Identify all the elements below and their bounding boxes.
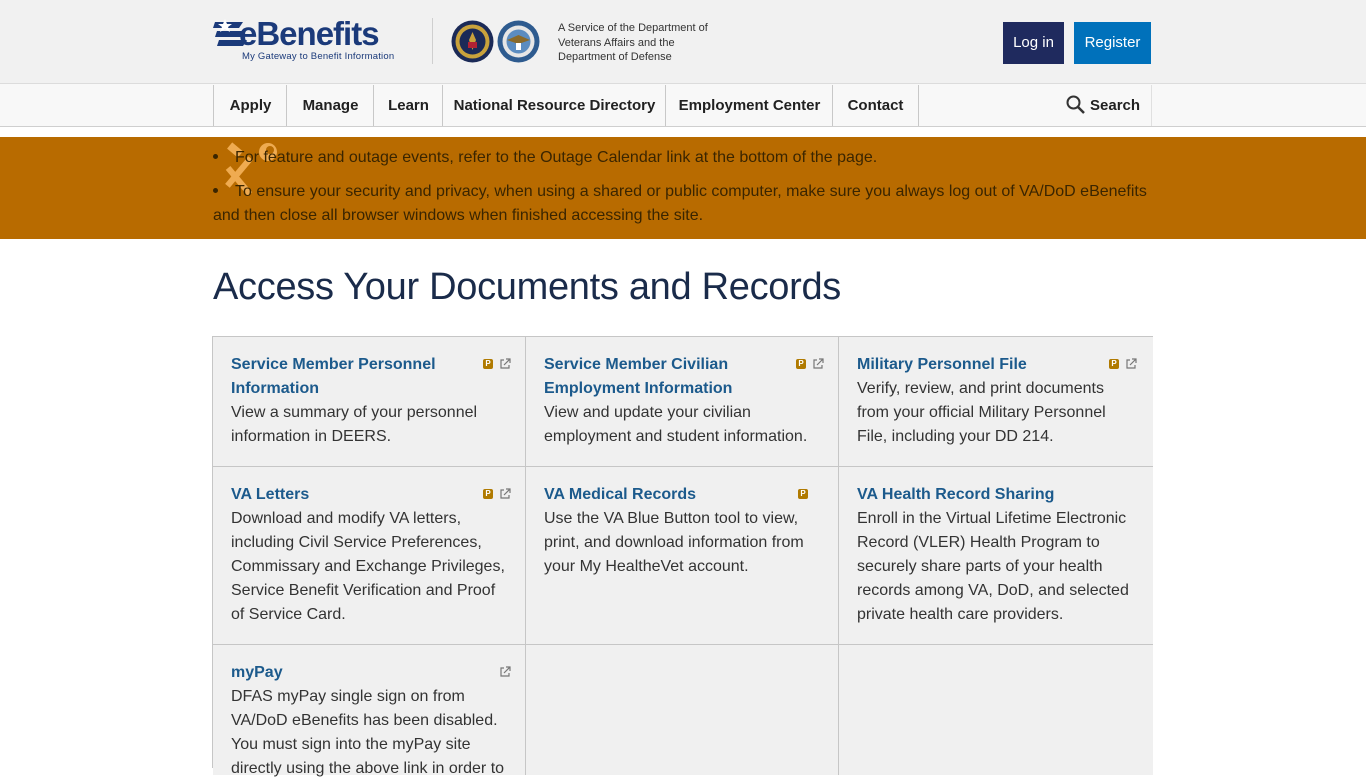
logo-wordmark: eBenefits [239, 15, 380, 52]
search-label: Search [1090, 97, 1141, 114]
bullet [213, 154, 218, 160]
nav-item-employment-center[interactable]: Employment Center [665, 85, 833, 126]
bullet [213, 188, 218, 194]
va-seal-icon [451, 20, 494, 63]
card-service-member-personnel-information[interactable]: Service Member Personnel Information Vie… [213, 337, 526, 467]
dod-seal-icon [497, 20, 540, 63]
header-divider [432, 18, 433, 64]
banner-message-text: To ensure your security and privacy, whe… [213, 183, 1147, 224]
card-va-medical-records[interactable]: VA Medical Records Use the VA Blue Butto… [526, 467, 839, 645]
card-description: View and update your civilian employment… [544, 404, 808, 445]
external-link-icon [1126, 358, 1137, 369]
card-title-link[interactable]: VA Letters [231, 483, 461, 507]
external-link-icon [500, 358, 511, 369]
site-header: eBenefits My Gateway to Benefit Informat… [0, 0, 1366, 84]
premium-badge-icon: P [796, 359, 806, 369]
card-title-link[interactable]: VA Health Record Sharing [857, 483, 1117, 507]
card-va-health-record-sharing[interactable]: VA Health Record Sharing Enroll in the V… [839, 467, 1153, 645]
card-description: DFAS myPay single sign on from VA/DoD eB… [231, 688, 505, 777]
card-title-link[interactable]: Service Member Personnel Information [231, 353, 461, 401]
empty-card [839, 645, 1153, 775]
documents-grid: Service Member Personnel Information Vie… [212, 336, 1153, 777]
card-description: Enroll in the Virtual Lifetime Electroni… [857, 510, 1129, 623]
premium-badge-icon: P [798, 489, 808, 499]
nav-item-learn[interactable]: Learn [373, 85, 443, 126]
banner-message: For feature and outage events, refer to … [213, 146, 1153, 170]
card-description: Download and modify VA letters, includin… [231, 510, 505, 623]
ebenefits-logo[interactable]: eBenefits My Gateway to Benefit Informat… [213, 16, 413, 64]
search-icon [1066, 95, 1085, 114]
card-mypay[interactable]: myPay DFAS myPay single sign on from VA/… [213, 645, 526, 777]
card-title-link[interactable]: myPay [231, 661, 461, 685]
card-description: Use the VA Blue Button tool to view, pri… [544, 510, 804, 575]
logo-tagline: My Gateway to Benefit Information [242, 51, 395, 62]
nav-item-manage[interactable]: Manage [286, 85, 374, 126]
premium-badge-icon: P [483, 359, 493, 369]
external-link-icon [813, 358, 824, 369]
banner-message: To ensure your security and privacy, whe… [213, 180, 1153, 228]
main-navigation: Apply Manage Learn National Resource Dir… [0, 84, 1366, 127]
card-title-link[interactable]: Military Personnel File [857, 353, 1097, 377]
page-title: Access Your Documents and Records [213, 266, 841, 308]
card-service-member-civilian-employment-information[interactable]: Service Member Civilian Employment Infor… [526, 337, 839, 467]
card-title-link[interactable]: VA Medical Records [544, 483, 774, 507]
search-button[interactable]: Search [1066, 85, 1152, 126]
nav-item-apply[interactable]: Apply [213, 85, 287, 126]
card-military-personnel-file[interactable]: Military Personnel File Verify, review, … [839, 337, 1153, 467]
card-description: Verify, review, and print documents from… [857, 380, 1106, 445]
external-link-icon [500, 488, 511, 499]
premium-badge-icon: P [483, 489, 493, 499]
login-button[interactable]: Log in [1003, 22, 1064, 64]
nav-item-contact[interactable]: Contact [832, 85, 919, 126]
card-va-letters[interactable]: VA Letters Download and modify VA letter… [213, 467, 526, 645]
nav-item-national-resource-directory[interactable]: National Resource Directory [442, 85, 666, 126]
premium-badge-icon: P [1109, 359, 1119, 369]
external-link-icon [500, 666, 511, 677]
banner-message-text: For feature and outage events, refer to … [235, 149, 878, 166]
card-description: View a summary of your personnel informa… [231, 404, 478, 445]
register-button[interactable]: Register [1074, 22, 1151, 64]
empty-card [526, 645, 839, 775]
card-title-link[interactable]: Service Member Civilian Employment Infor… [544, 353, 774, 401]
service-statement: A Service of the Department of Veterans … [558, 22, 708, 63]
